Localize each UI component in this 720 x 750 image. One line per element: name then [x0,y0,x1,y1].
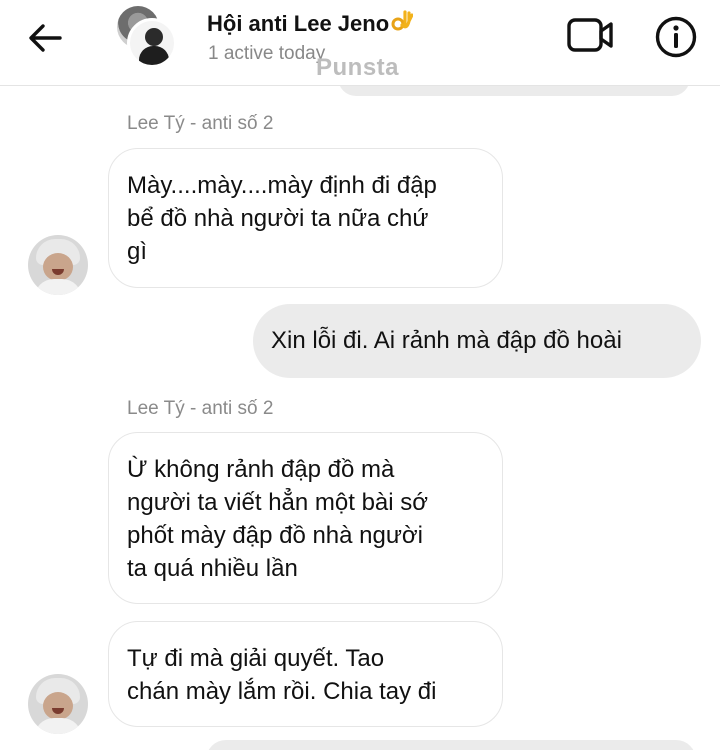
message-bubble-incoming[interactable]: Ừ không rảnh đập đồ mà người ta viết hẳn… [108,432,503,604]
video-call-button[interactable] [566,16,616,56]
message-line: Mày....mày....mày định đi đập [127,172,437,199]
avatar[interactable] [28,674,88,734]
message-bubble-outgoing[interactable] [206,740,696,750]
message-bubble-incoming[interactable]: Tự đi mà giải quyết. Tao chán mày lắm rồ… [108,621,503,727]
active-status: 1 active today [208,43,326,64]
back-button[interactable] [22,20,68,56]
group-avatar[interactable] [115,6,179,68]
message-line: ta quá nhiều lần [127,555,298,582]
watermark: Punsta [316,54,400,81]
info-icon [655,16,697,58]
avatar[interactable] [28,235,88,295]
info-button[interactable] [654,15,698,59]
sender-name: Lee Tý - anti số 2 [127,113,274,134]
ok-hand-icon [391,10,414,34]
avatar [127,18,177,68]
chat-title[interactable]: Hội anti Lee Jeno [207,10,414,37]
message-bubble-incoming[interactable]: Mày....mày....mày định đi đập bể đồ nhà … [108,148,503,288]
message-line: Ừ không rảnh đập đồ mà [127,456,395,483]
message-line: chán mày lắm rồi. Chia tay đi [127,678,437,705]
sender-name: Lee Tý - anti số 2 [127,398,274,419]
message-line: gì [127,238,148,265]
message-line: người ta viết hẳn một bài sớ [127,489,429,516]
message-line: Tự đi mà giải quyết. Tao [127,645,385,672]
video-camera-icon [567,18,613,52]
message-line: phốt mày đập đồ nhà người [127,522,424,549]
message-text: Xin lỗi đi. Ai rảnh mà đập đồ hoài [271,327,622,354]
arrow-left-icon [29,24,62,52]
message-bubble-outgoing[interactable]: Xin lỗi đi. Ai rảnh mà đập đồ hoài [253,304,701,378]
chat-title-text: Hội anti Lee Jeno [207,11,390,36]
message-line: bể đồ nhà người ta nữa chứ [127,205,429,232]
